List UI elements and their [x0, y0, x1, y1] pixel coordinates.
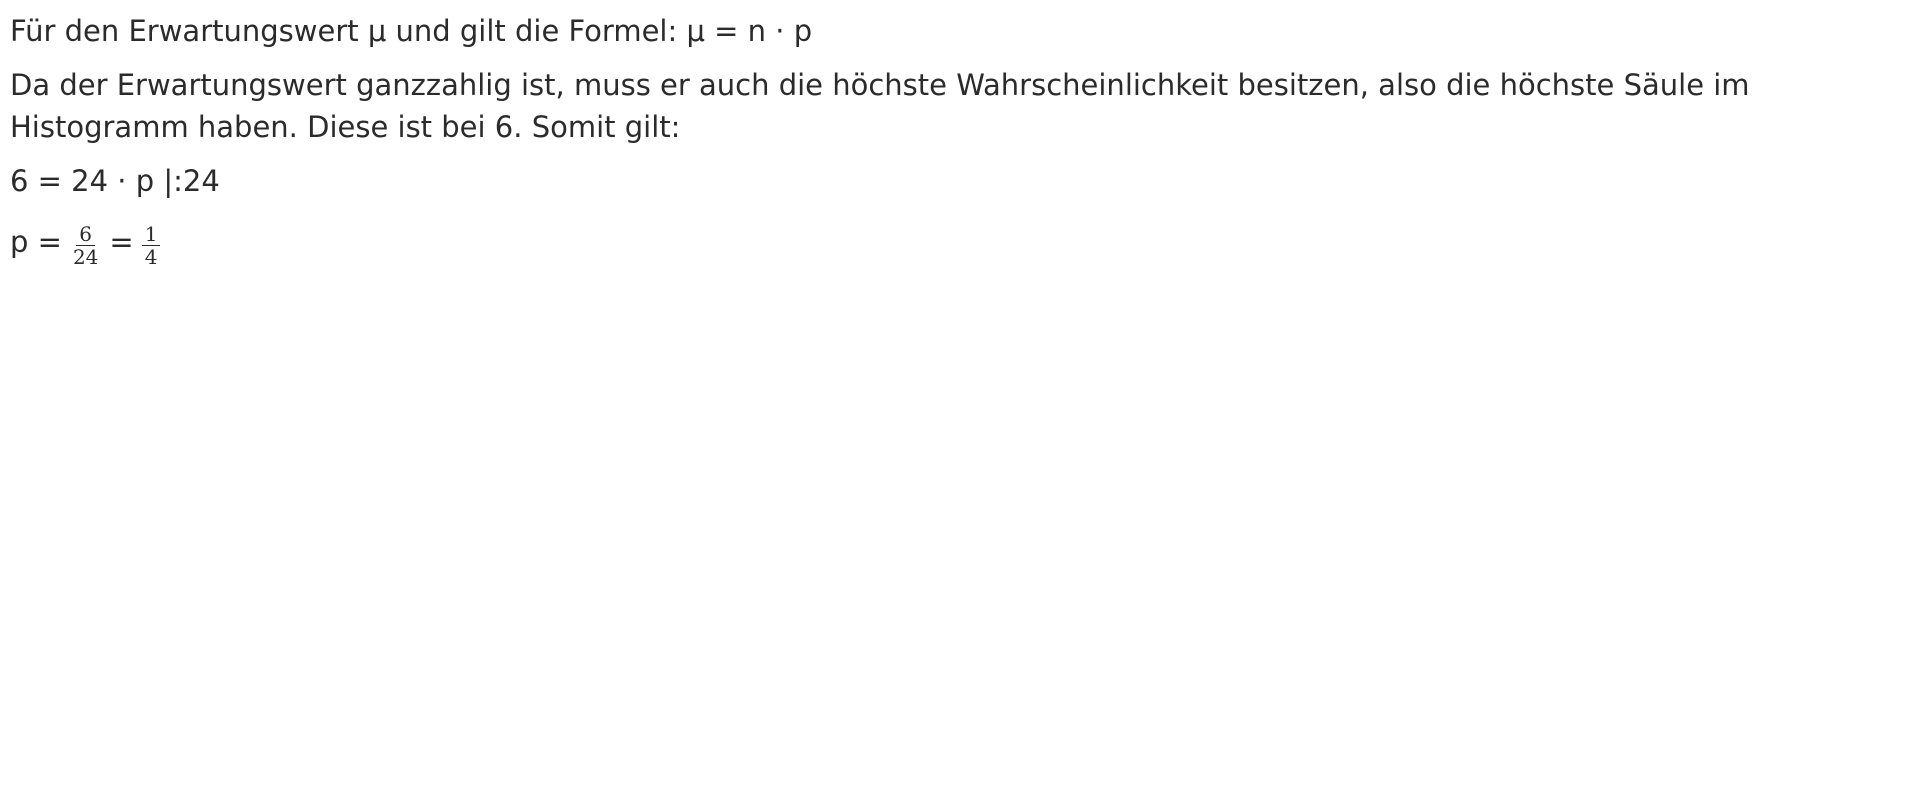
equation-lhs: p =	[10, 225, 62, 259]
fraction-6-over-24: 6 24	[70, 223, 101, 268]
equals-sign: =	[109, 225, 134, 259]
fraction-denominator: 4	[144, 244, 158, 269]
equation-line: 6 = 24 · p |:24	[10, 164, 220, 198]
fraction-equation: p = 6 24 = 1 4	[10, 214, 1830, 270]
fraction-numerator: 6	[76, 223, 96, 246]
fraction-numerator: 1	[141, 223, 161, 246]
fraction-1-over-4: 1 4	[141, 223, 161, 269]
document-content: Für den Erwartungswert μ und gilt die Fo…	[10, 10, 1830, 270]
explanation-paragraph: Da der Erwartungswert ganzzahlig ist, mu…	[10, 68, 1750, 144]
fraction-denominator: 24	[72, 244, 99, 269]
formula-intro-text: Für den Erwartungswert μ und gilt die Fo…	[10, 14, 813, 48]
